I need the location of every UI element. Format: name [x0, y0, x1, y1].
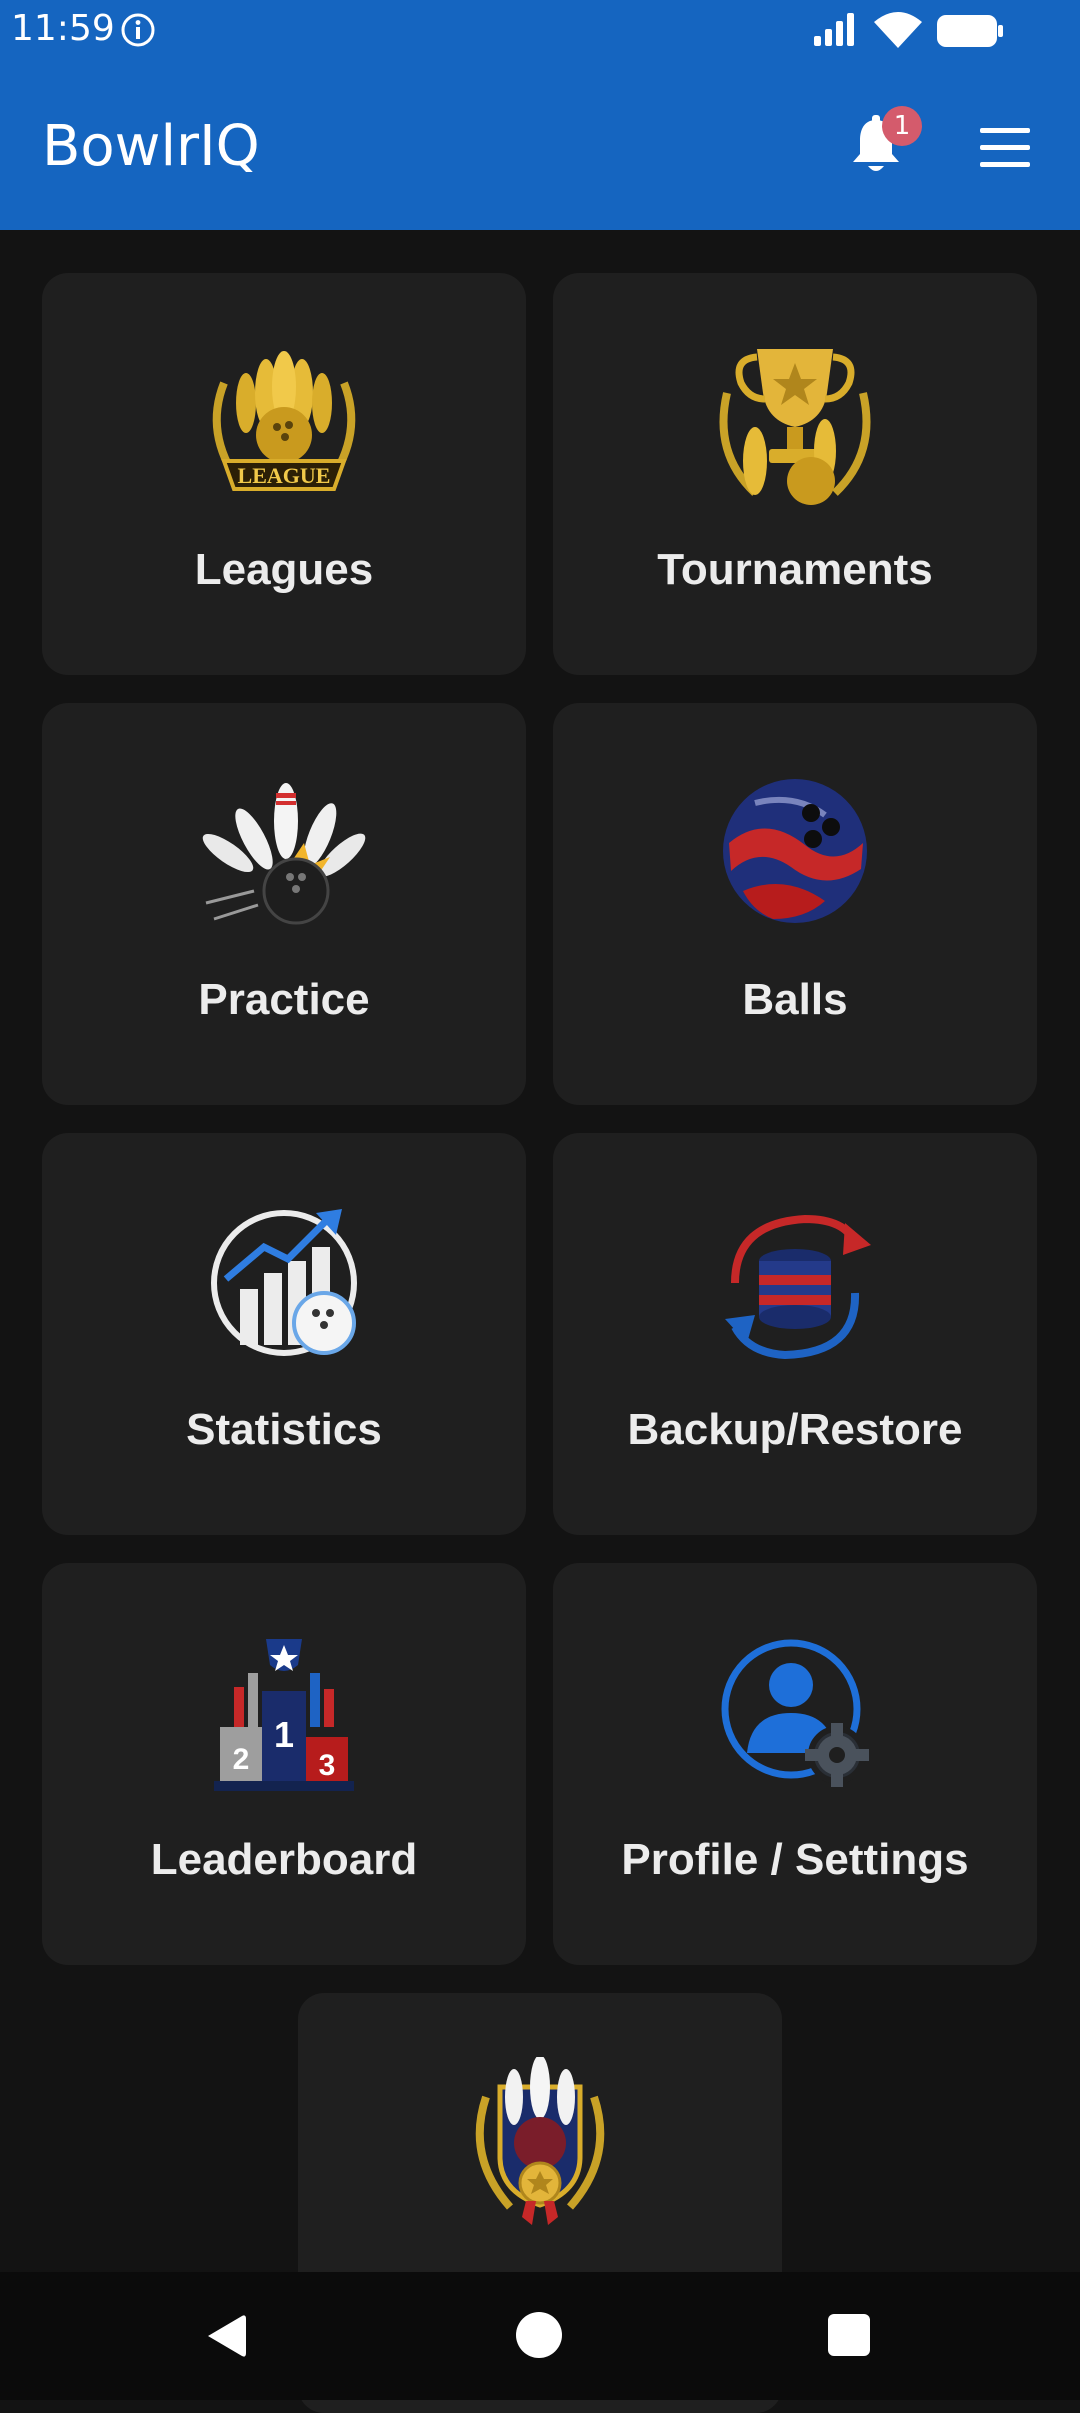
status-time: 11:59 [11, 8, 115, 49]
tile-leaderboard[interactable]: 1 2 3 Leaderboard [42, 1563, 526, 1965]
tile-practice[interactable]: Practice [42, 703, 526, 1105]
tile-statistics[interactable]: Statistics [42, 1133, 526, 1535]
tile-label: Backup/Restore [627, 1405, 963, 1454]
stats-chart-icon [211, 1209, 357, 1356]
tile-backup-restore[interactable]: Backup/Restore [553, 1133, 1037, 1535]
system-nav-bar [0, 2272, 1080, 2400]
svg-text:1: 1 [274, 1714, 294, 1755]
trophy-icon [719, 349, 871, 505]
app-bar: BowlrIQ 1 [0, 62, 1080, 230]
wifi-icon [874, 12, 922, 48]
tile-label: Balls [742, 975, 848, 1024]
profile-settings-icon [721, 1639, 869, 1787]
podium-icon: 1 2 3 [214, 1639, 354, 1791]
notification-badge: 1 [882, 106, 922, 146]
battery-icon [937, 15, 1003, 47]
menu-button[interactable] [980, 128, 1032, 168]
svg-text:3: 3 [319, 1749, 336, 1782]
app-title: BowlrIQ [42, 114, 260, 179]
recent-apps-button[interactable] [828, 2314, 870, 2356]
tile-leagues[interactable]: LEAGUE Leagues [42, 273, 526, 675]
tile-label: Tournaments [657, 545, 933, 594]
tile-label: Leagues [194, 545, 374, 594]
cloud-sync-icon [725, 1214, 871, 1360]
status-bar: 11:59 [0, 0, 1080, 62]
tile-label: Statistics [186, 1405, 382, 1454]
notifications-button[interactable]: 1 [848, 106, 922, 182]
svg-text:2: 2 [233, 1743, 250, 1776]
tile-tournaments[interactable]: Tournaments [553, 273, 1037, 675]
back-icon[interactable] [200, 2310, 250, 2362]
cell-signal-icon [814, 13, 854, 46]
tile-profile-settings[interactable]: Profile / Settings [553, 1563, 1037, 1965]
tile-label: Leaderboard [150, 1835, 418, 1884]
pins-strike-icon [202, 783, 366, 925]
bowling-ball-icon [723, 779, 867, 923]
tile-label: Practice [198, 975, 370, 1024]
info-icon [121, 13, 155, 47]
tile-label: Profile / Settings [621, 1835, 969, 1884]
tile-balls[interactable]: Balls [553, 703, 1037, 1105]
svg-text:LEAGUE: LEAGUE [238, 463, 331, 488]
league-crest-icon: LEAGUE [212, 351, 356, 491]
home-button[interactable] [516, 2312, 562, 2358]
achievements-badge-icon [475, 2057, 605, 2225]
